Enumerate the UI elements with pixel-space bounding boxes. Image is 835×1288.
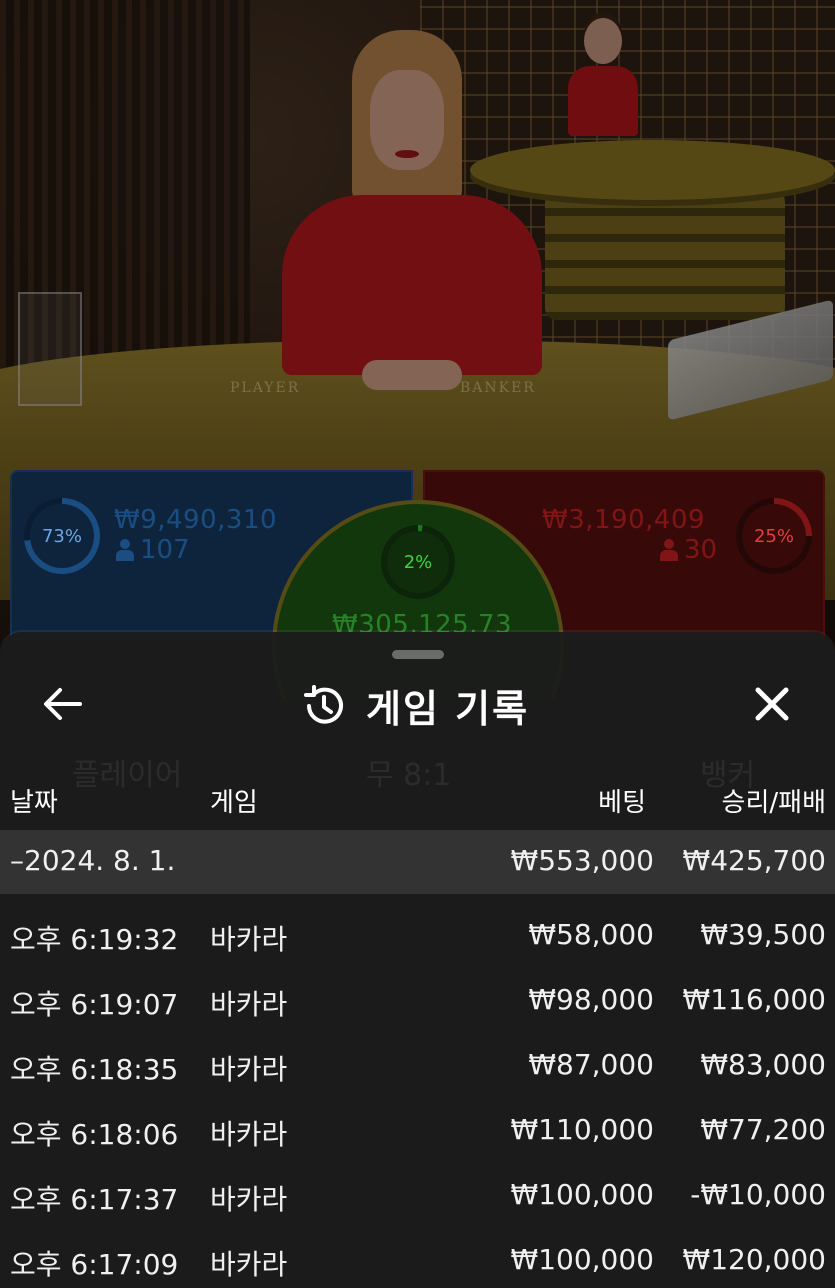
arrow-left-icon (44, 688, 82, 720)
history-row[interactable]: 오후 6:17:09 바카라 ₩100,000 ₩120,000 (0, 1229, 835, 1288)
row-time: 오후 6:18:06 (10, 1118, 179, 1151)
row-result: ₩39,500 (700, 918, 826, 951)
history-row[interactable]: 오후 6:18:35 바카라 ₩87,000 ₩83,000 (0, 1034, 835, 1094)
close-button[interactable] (748, 680, 796, 728)
history-row[interactable]: 오후 6:19:07 바카라 ₩98,000 ₩116,000 (0, 969, 835, 1029)
row-result: ₩83,000 (700, 1048, 826, 1081)
row-bet: ₩110,000 (510, 1113, 654, 1146)
live-video-stream: PLAYER BANKER 73% ₩9,490,310 107 2% ₩305… (0, 0, 835, 700)
row-time: 오후 6:18:35 (10, 1053, 179, 1086)
row-result: ₩77,200 (700, 1113, 826, 1146)
summary-result: ₩425,700 (682, 844, 826, 877)
column-header-date: 날짜 (10, 788, 58, 818)
row-time: 오후 6:19:07 (10, 988, 179, 1021)
close-icon (755, 687, 789, 721)
history-row[interactable]: 오후 6:19:32 바카라 ₩58,000 ₩39,500 (0, 904, 835, 964)
row-game: 바카라 (210, 923, 288, 956)
row-bet: ₩58,000 (528, 918, 654, 951)
back-button[interactable] (40, 684, 84, 724)
history-row[interactable]: 오후 6:18:06 바카라 ₩110,000 ₩77,200 (0, 1099, 835, 1159)
row-game: 바카라 (210, 1248, 288, 1281)
row-game: 바카라 (210, 1053, 288, 1086)
row-game: 바카라 (210, 1183, 288, 1216)
row-bet: ₩98,000 (528, 983, 654, 1016)
column-header-result: 승리/패배 (721, 788, 826, 818)
row-result: ₩116,000 (682, 983, 826, 1016)
summary-bet: ₩553,000 (510, 844, 654, 877)
player-percent: 73% (41, 525, 82, 547)
summary-date: –2024. 8. 1. (10, 844, 176, 877)
history-row[interactable]: 오후 6:17:37 바카라 ₩100,000 -₩10,000 (0, 1164, 835, 1224)
row-bet: ₩100,000 (510, 1178, 654, 1211)
banker-percent: 25% (753, 525, 794, 547)
ghost-tie-label: 무 8:1 (366, 758, 452, 793)
history-clock-icon (304, 684, 343, 724)
ghost-player-label: 플레이어 (72, 758, 183, 793)
row-time: 오후 6:17:09 (10, 1248, 179, 1281)
sheet-title-group: 게임 기록 (300, 678, 529, 733)
column-header-game: 게임 (210, 788, 258, 818)
drag-handle[interactable] (392, 650, 444, 659)
modal-dim-overlay (0, 0, 835, 700)
row-game: 바카라 (210, 988, 288, 1021)
tie-percent: 2% (403, 551, 433, 573)
row-time: 오후 6:19:32 (10, 923, 179, 956)
row-time: 오후 6:17:37 (10, 1183, 179, 1216)
column-header-bet: 베팅 (598, 788, 646, 818)
row-game: 바카라 (210, 1118, 288, 1151)
row-bet: ₩87,000 (528, 1048, 654, 1081)
row-bet: ₩100,000 (510, 1243, 654, 1276)
game-history-sheet: 플레이어 무 8:1 뱅커 게임 기록 날짜 게임 베팅 승리/패배 –2024… (0, 632, 835, 1288)
row-result: ₩120,000 (682, 1243, 826, 1276)
date-summary-row[interactable]: –2024. 8. 1. ₩553,000 ₩425,700 (0, 830, 835, 894)
row-result: -₩10,000 (690, 1178, 826, 1211)
sheet-header: 게임 기록 (0, 672, 835, 736)
sheet-title: 게임 기록 (366, 687, 530, 731)
